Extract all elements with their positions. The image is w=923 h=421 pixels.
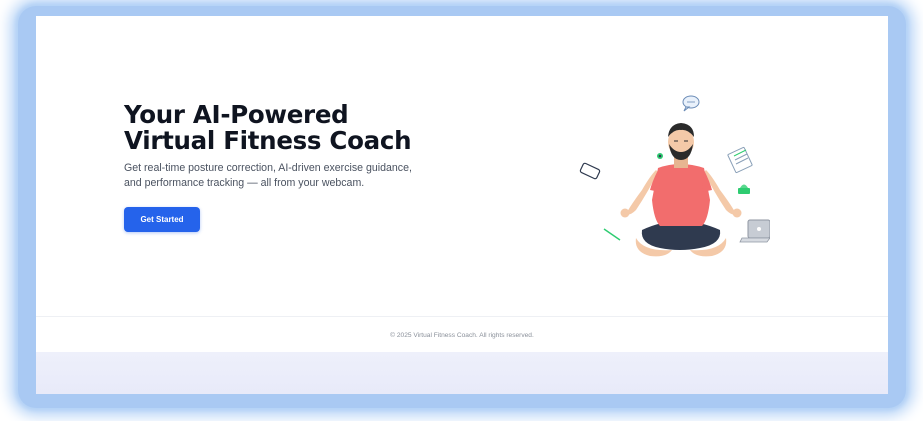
meditating-person — [620, 123, 742, 257]
hero-title-line-2: Virtual Fitness Coach — [124, 126, 412, 155]
copyright-text: © 2025 Virtual Fitness Coach. All rights… — [390, 332, 534, 339]
hero-subtitle-line-2: and performance tracking — all from your… — [124, 177, 365, 189]
meditating-person-illustration — [570, 92, 771, 262]
page-viewport: Your AI-Powered Virtual Fitness Coach Ge… — [36, 16, 888, 394]
bottom-gradient-band — [36, 352, 888, 394]
hero-title: Your AI-Powered Virtual Fitness Coach — [124, 100, 412, 155]
hero-section: Your AI-Powered Virtual Fitness Coach Ge… — [36, 16, 888, 316]
hero-subtitle: Get real-time posture correction, AI-dri… — [124, 161, 454, 191]
hero-title-line-1: Your AI-Powered — [124, 100, 349, 129]
phone-icon — [579, 162, 601, 180]
notes-icon — [727, 146, 753, 174]
page-footer: © 2025 Virtual Fitness Coach. All rights… — [36, 316, 888, 352]
laptop-icon — [739, 219, 771, 243]
pen-icon — [603, 228, 621, 241]
hero-subtitle-line-1: Get real-time posture correction, AI-dri… — [124, 162, 412, 174]
get-started-button[interactable]: Get Started — [124, 207, 200, 232]
chat-bubble-icon — [682, 95, 700, 112]
plant-icon — [738, 184, 750, 194]
